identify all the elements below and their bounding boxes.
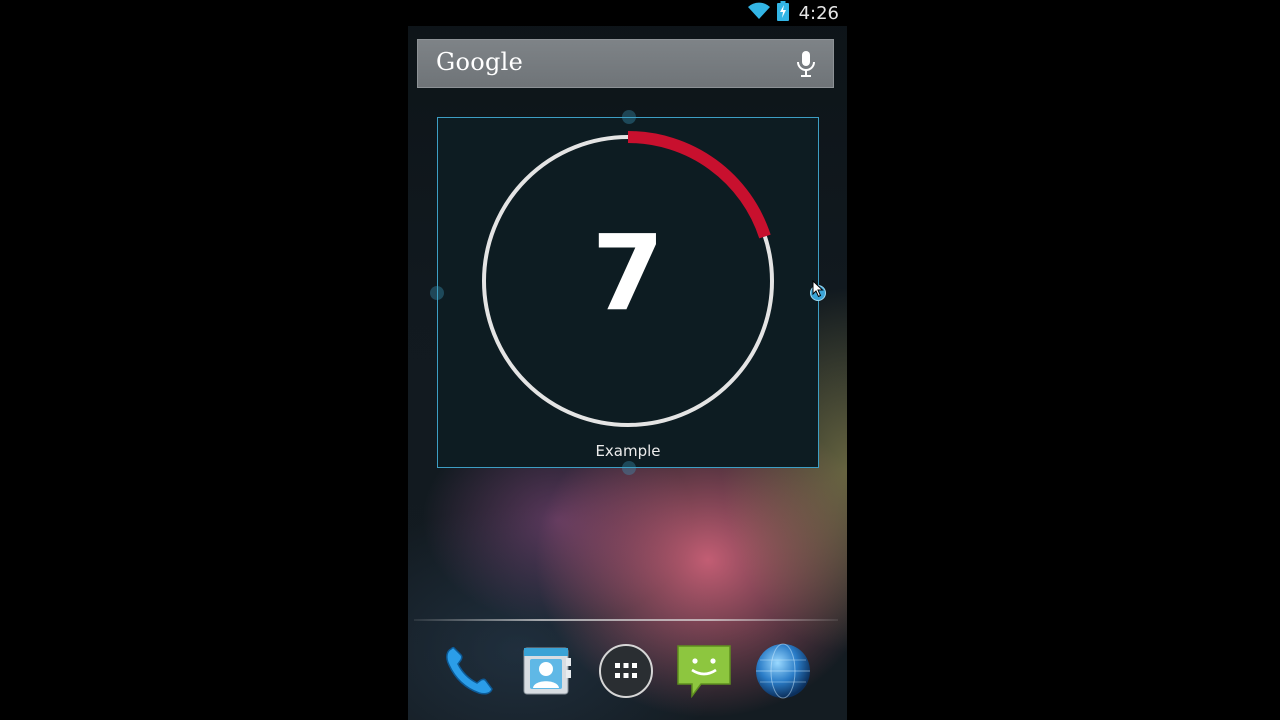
- status-bar: 4:26: [408, 0, 847, 26]
- mouse-cursor-icon: [812, 279, 824, 302]
- favorites-dock: [408, 640, 847, 706]
- app-drawer-icon[interactable]: [595, 640, 657, 702]
- mic-icon[interactable]: [795, 50, 817, 82]
- resize-handle-left[interactable]: [430, 286, 444, 300]
- widget-label: Example: [595, 442, 661, 460]
- widget-value: 7: [591, 212, 665, 334]
- contacts-icon[interactable]: [516, 640, 578, 702]
- dock-divider: [414, 619, 838, 621]
- home-screen: 4:26 Google 7 Example: [408, 0, 847, 720]
- phone-icon[interactable]: [438, 640, 500, 702]
- browser-icon[interactable]: [752, 640, 814, 702]
- status-clock: 4:26: [798, 2, 839, 24]
- battery-charging-icon: [776, 1, 789, 25]
- wifi-icon: [747, 2, 771, 24]
- resize-handle-top[interactable]: [622, 110, 636, 124]
- google-search-bar[interactable]: Google: [417, 39, 834, 88]
- messaging-icon[interactable]: [673, 640, 735, 702]
- resize-handle-bottom[interactable]: [622, 461, 636, 475]
- widget-resize-frame[interactable]: 7 Example: [430, 110, 826, 475]
- google-logo[interactable]: Google: [436, 48, 523, 76]
